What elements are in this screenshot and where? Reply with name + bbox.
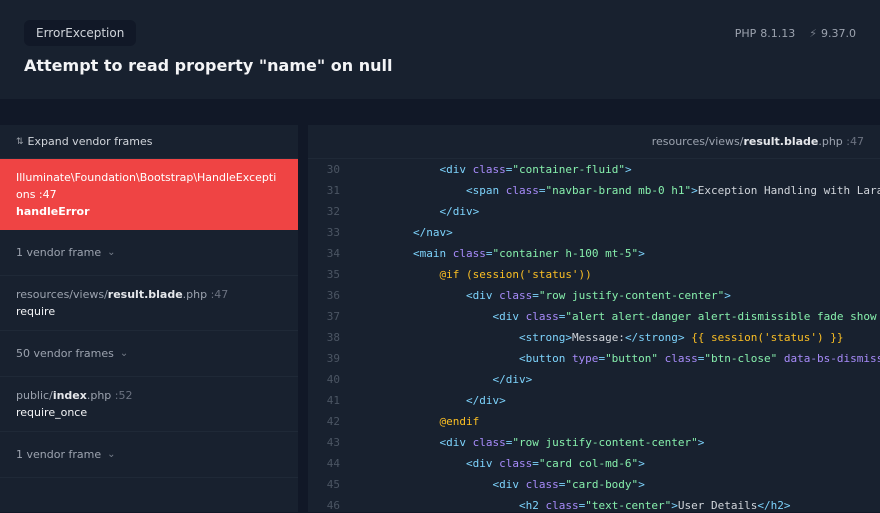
code-line: 44 <div class="card col-md-6"> bbox=[308, 453, 880, 474]
chevron-down-icon: ⌄ bbox=[107, 245, 115, 261]
line-number: 45 bbox=[308, 474, 352, 495]
code-line: 32 </div> bbox=[308, 201, 880, 222]
line-number: 37 bbox=[308, 306, 352, 327]
line-content: <h2 class="text-center">User Details</h2… bbox=[352, 495, 880, 512]
vendor-frame-group[interactable]: 1 vendor frame ⌄ bbox=[0, 230, 298, 276]
line-number: 30 bbox=[308, 159, 352, 180]
line-number: 31 bbox=[308, 180, 352, 201]
line-content: @endif bbox=[352, 411, 880, 432]
stack-frame[interactable]: public/index.php :52require_once bbox=[0, 377, 298, 432]
version-info: PHP 8.1.13 ⚡ 9.37.0 bbox=[735, 27, 856, 40]
file-header: resources/views/result.blade.php :47 bbox=[308, 125, 880, 159]
line-content: <div class="card-body"> bbox=[352, 474, 880, 495]
code-line: 45 <div class="card-body"> bbox=[308, 474, 880, 495]
expand-label: Expand vendor frames bbox=[28, 135, 153, 148]
file-line-sep: : bbox=[843, 135, 850, 148]
vendor-frame-group[interactable]: 1 vendor frame ⌄ bbox=[0, 432, 298, 478]
chevron-down-icon: ⌄ bbox=[107, 447, 115, 463]
frame-path: Illuminate\Foundation\Bootstrap\HandleEx… bbox=[16, 169, 282, 203]
error-message: Attempt to read property "name" on null bbox=[24, 56, 856, 75]
line-number: 44 bbox=[308, 453, 352, 474]
code-line: 46 <h2 class="text-center">User Details<… bbox=[308, 495, 880, 512]
line-content: <div class="alert alert-danger alert-dis… bbox=[352, 306, 880, 327]
main: ⇅ Expand vendor frames Illuminate\Founda… bbox=[0, 99, 880, 512]
line-content: <div class="container-fluid"> bbox=[352, 159, 880, 180]
code-line: 35 @if (session('status')) bbox=[308, 264, 880, 285]
line-content: <strong>Message:</strong> {{ session('st… bbox=[352, 327, 880, 348]
frames-list: Illuminate\Foundation\Bootstrap\HandleEx… bbox=[0, 159, 298, 478]
expand-icon: ⇅ bbox=[16, 137, 24, 147]
code-panel: resources/views/result.blade.php :47 30 … bbox=[308, 125, 880, 512]
line-number: 33 bbox=[308, 222, 352, 243]
code-line: 42 @endif bbox=[308, 411, 880, 432]
code-line: 31 <span class="navbar-brand mb-0 h1">Ex… bbox=[308, 180, 880, 201]
code-line: 39 <button type="button" class="btn-clos… bbox=[308, 348, 880, 369]
code-line: 34 <main class="container h-100 mt-5"> bbox=[308, 243, 880, 264]
vendor-frame-label: 1 vendor frame bbox=[16, 244, 101, 261]
code-line: 43 <div class="row justify-content-cente… bbox=[308, 432, 880, 453]
line-number: 35 bbox=[308, 264, 352, 285]
laravel-icon: ⚡ bbox=[809, 27, 817, 40]
line-content: </div> bbox=[352, 390, 880, 411]
line-content: <main class="container h-100 mt-5"> bbox=[352, 243, 880, 264]
file-path-post: .php bbox=[818, 135, 842, 148]
line-content: </nav> bbox=[352, 222, 880, 243]
code-line: 30 <div class="container-fluid"> bbox=[308, 159, 880, 180]
frame-function: require bbox=[16, 303, 282, 320]
line-number: 38 bbox=[308, 327, 352, 348]
line-number: 39 bbox=[308, 348, 352, 369]
line-content: <div class="card col-md-6"> bbox=[352, 453, 880, 474]
line-number: 32 bbox=[308, 201, 352, 222]
laravel-version: ⚡ 9.37.0 bbox=[809, 27, 856, 40]
line-number: 41 bbox=[308, 390, 352, 411]
line-number: 43 bbox=[308, 432, 352, 453]
code-block: 30 <div class="container-fluid">31 <span… bbox=[308, 159, 880, 512]
line-content: @if (session('status')) bbox=[352, 264, 880, 285]
file-path-name: result.blade bbox=[743, 135, 818, 148]
frame-path: public/index.php :52 bbox=[16, 387, 282, 404]
stack-frame[interactable]: resources/views/result.blade.php :47requ… bbox=[0, 276, 298, 331]
stack-trace-sidebar: ⇅ Expand vendor frames Illuminate\Founda… bbox=[0, 125, 298, 512]
code-line: 38 <strong>Message:</strong> {{ session(… bbox=[308, 327, 880, 348]
line-number: 42 bbox=[308, 411, 352, 432]
error-header: ErrorException PHP 8.1.13 ⚡ 9.37.0 Attem… bbox=[0, 0, 880, 99]
code-line: 37 <div class="alert alert-danger alert-… bbox=[308, 306, 880, 327]
chevron-down-icon: ⌄ bbox=[120, 346, 128, 362]
code-line: 40 </div> bbox=[308, 369, 880, 390]
php-version: PHP 8.1.13 bbox=[735, 27, 796, 40]
line-content: <div class="row justify-content-center"> bbox=[352, 285, 880, 306]
line-number: 36 bbox=[308, 285, 352, 306]
line-content: </div> bbox=[352, 369, 880, 390]
frame-function: require_once bbox=[16, 404, 282, 421]
vendor-frame-label: 50 vendor frames bbox=[16, 345, 114, 362]
line-content: </div> bbox=[352, 201, 880, 222]
line-content: <span class="navbar-brand mb-0 h1">Excep… bbox=[352, 180, 880, 201]
file-path-pre: resources/views/ bbox=[652, 135, 744, 148]
frame-function: handleError bbox=[16, 203, 282, 220]
line-content: <button type="button" class="btn-close" … bbox=[352, 348, 880, 369]
stack-frame[interactable]: Illuminate\Foundation\Bootstrap\HandleEx… bbox=[0, 159, 298, 230]
line-number: 34 bbox=[308, 243, 352, 264]
code-line: 33 </nav> bbox=[308, 222, 880, 243]
code-line: 41 </div> bbox=[308, 390, 880, 411]
exception-class-badge: ErrorException bbox=[24, 20, 136, 46]
header-top: ErrorException PHP 8.1.13 ⚡ 9.37.0 bbox=[24, 20, 856, 46]
code-line: 36 <div class="row justify-content-cente… bbox=[308, 285, 880, 306]
frame-path: resources/views/result.blade.php :47 bbox=[16, 286, 282, 303]
expand-vendor-frames-button[interactable]: ⇅ Expand vendor frames bbox=[0, 125, 298, 159]
line-number: 40 bbox=[308, 369, 352, 390]
line-content: <div class="row justify-content-center"> bbox=[352, 432, 880, 453]
line-number: 46 bbox=[308, 495, 352, 512]
vendor-frame-group[interactable]: 50 vendor frames ⌄ bbox=[0, 331, 298, 377]
file-line: 47 bbox=[850, 135, 864, 148]
vendor-frame-label: 1 vendor frame bbox=[16, 446, 101, 463]
